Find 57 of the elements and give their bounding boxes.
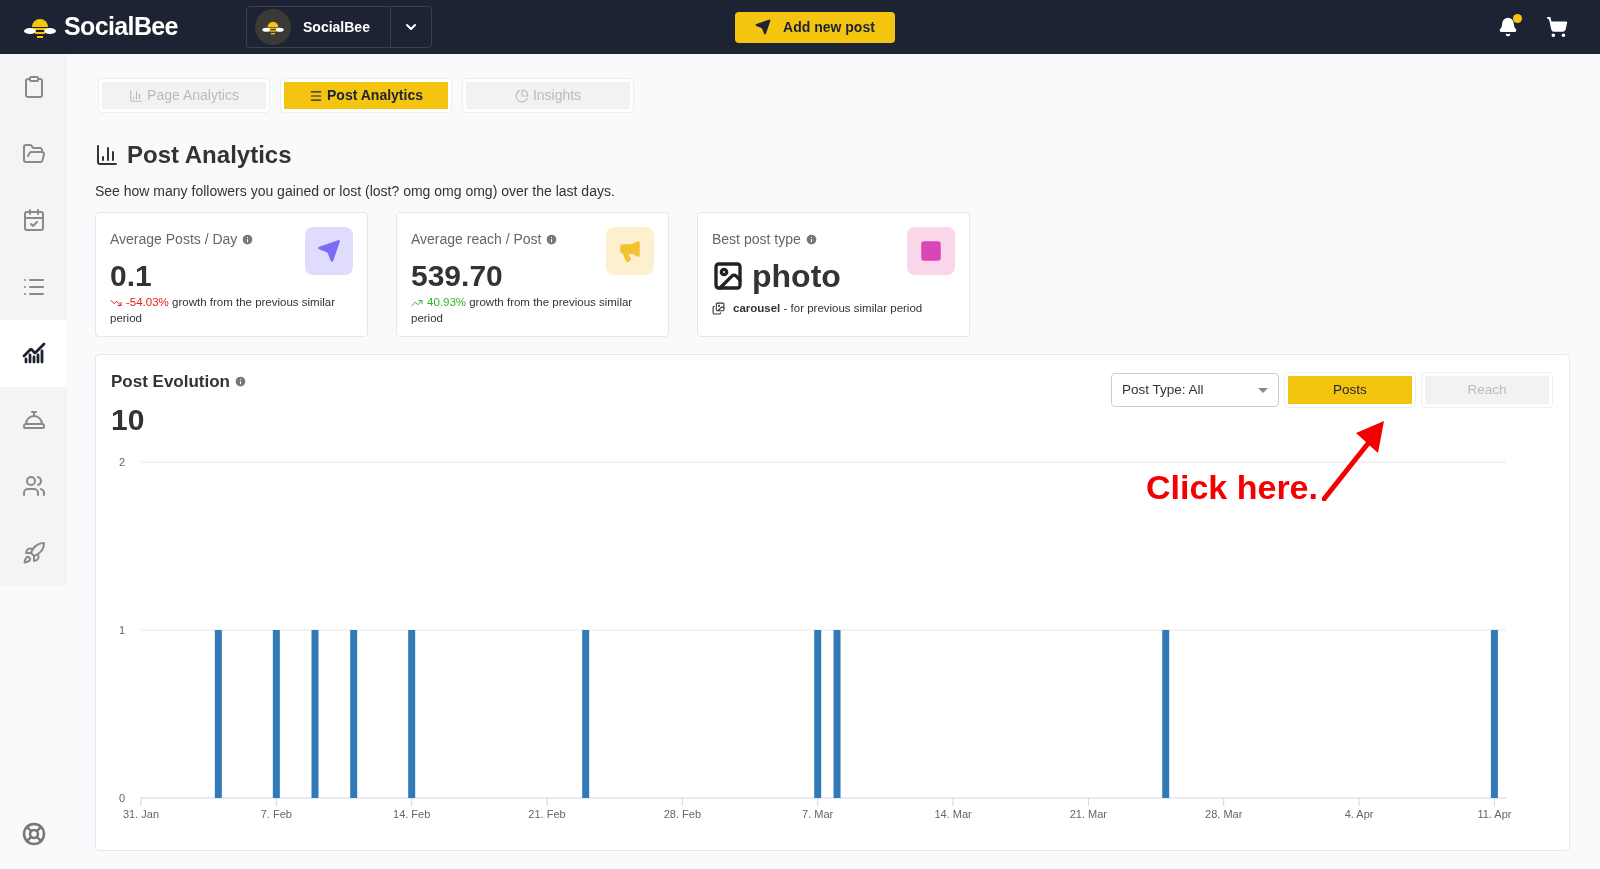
previous-type-text: carousel - for previous similar period	[733, 301, 923, 316]
stat-label: Best post type	[712, 230, 801, 249]
stat-value: photo	[752, 257, 841, 296]
growth-text: -54.03% growth from the previous similar period	[110, 295, 337, 326]
y-axis-label: 0	[118, 791, 125, 804]
calendar-icon	[21, 208, 46, 233]
x-axis-label: 28. Mar	[1205, 807, 1243, 820]
post-total: 10	[111, 401, 146, 438]
page-title: Post Analytics	[127, 140, 292, 170]
bee-logo-icon	[262, 19, 284, 35]
page-subtitle: See how many followers you gained or lost (lost? omg omg omg) over the last days.	[95, 182, 616, 201]
stat-value: 539.70	[411, 258, 504, 294]
chart-icon	[21, 341, 46, 366]
info-icon	[545, 233, 559, 246]
folder-icon	[21, 141, 46, 166]
section-title: Post Evolution	[111, 371, 230, 393]
x-axis-label: 14. Feb	[393, 807, 431, 820]
bar-chart-icon	[129, 88, 144, 103]
pie-chart-icon	[514, 88, 529, 103]
workspace-name: SocialBee	[303, 17, 371, 37]
paper-plane-icon	[317, 239, 341, 263]
stat-label: Average reach / Post	[411, 230, 542, 249]
info-icon	[234, 375, 247, 389]
sidebar-item[interactable]	[0, 320, 67, 387]
annotation-text: Click here.	[1146, 467, 1318, 508]
x-axis-label: 4. Apr	[1344, 807, 1374, 820]
x-axis-label: 28. Feb	[663, 807, 701, 820]
cart-icon[interactable]	[1546, 16, 1568, 38]
megaphone-icon	[618, 239, 642, 263]
x-axis-label: 31. Jan	[122, 807, 160, 820]
y-axis-label: 1	[118, 623, 125, 636]
growth-text: 40.93% growth from the previous similar period	[411, 295, 634, 326]
workspace-switcher[interactable]: SocialBee	[246, 6, 432, 48]
x-axis-label: 21. Mar	[1069, 807, 1108, 820]
y-axis-label: 2	[118, 455, 125, 468]
tab[interactable]: Post Analytics	[284, 82, 448, 109]
rocket-icon	[21, 540, 46, 565]
toggle-button[interactable]: Posts	[1288, 376, 1412, 404]
dropdown-caret-icon	[1258, 387, 1268, 393]
x-axis-label: 7. Feb	[260, 807, 292, 820]
users-icon	[21, 474, 46, 499]
brand-name: SocialBee	[64, 11, 178, 43]
images-icon	[712, 302, 725, 316]
add-post-button[interactable]: Add new post	[735, 11, 895, 43]
menu-icon	[309, 88, 323, 103]
stat-label: Average Posts / Day	[110, 230, 238, 249]
info-icon	[804, 233, 818, 246]
x-axis-label: 14. Mar	[934, 807, 972, 820]
x-axis-label: 11. Apr	[1477, 807, 1512, 820]
stat-value: 0.1	[110, 258, 153, 294]
info-icon	[241, 233, 255, 246]
paper-plane-icon	[755, 19, 772, 35]
post-type-dropdown[interactable]: Post Type: All	[1111, 373, 1279, 407]
x-axis-label: 21. Feb	[528, 807, 566, 820]
x-axis-label: 7. Mar	[802, 807, 834, 820]
help-icon[interactable]	[21, 822, 46, 846]
bar-chart-icon	[95, 143, 119, 167]
